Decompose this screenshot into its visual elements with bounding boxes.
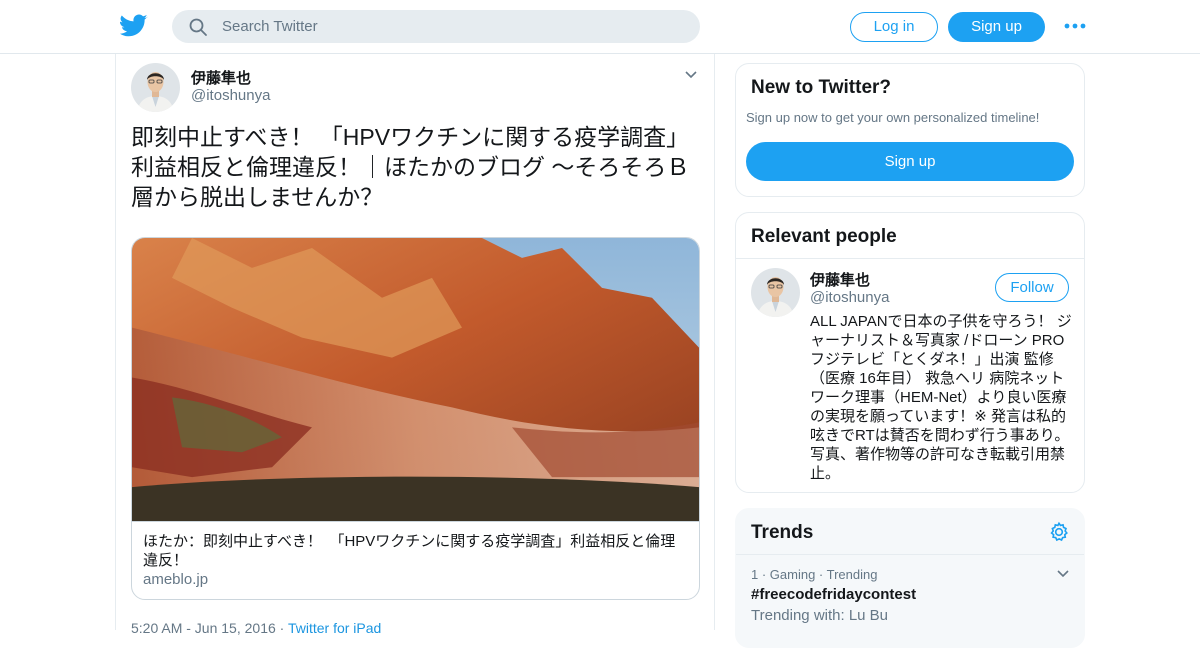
- trend-related: Trending with: Lu Bu: [751, 607, 889, 624]
- divider: [736, 258, 1084, 259]
- trends-panel: Trends 1 · Gaming · Trending #freecodefr…: [735, 508, 1085, 648]
- twitter-bird-icon[interactable]: [120, 14, 148, 38]
- chevron-down-icon[interactable]: [684, 70, 698, 80]
- tweet: 伊藤隼也 @itoshunya 即刻中止すべき！ 「HPVワクチンに関する疫学調…: [115, 54, 715, 636]
- search-input[interactable]: [222, 10, 682, 43]
- new-to-twitter-panel: New to Twitter? Sign up now to get your …: [735, 63, 1085, 197]
- avatar[interactable]: [751, 268, 800, 317]
- relevant-people-panel: Relevant people 伊藤隼也 @itoshunya Follow A…: [735, 212, 1085, 493]
- sidebar-signup-button[interactable]: Sign up: [746, 142, 1074, 181]
- search-icon: [189, 18, 207, 36]
- link-card[interactable]: ほたか：即刻中止すべき！ 「HPVワクチンに関する疫学調査」利益相反と倫理違反！…: [131, 237, 700, 600]
- tweet-source-link[interactable]: Twitter for iPad: [288, 620, 381, 636]
- author-name[interactable]: 伊藤隼也: [191, 67, 251, 88]
- gear-icon[interactable]: [1048, 521, 1070, 543]
- avatar-image: [131, 63, 180, 112]
- card-title: ほたか：即刻中止すべき！ 「HPVワクチンに関する疫学調査」利益相反と倫理違反！: [143, 533, 676, 569]
- relevant-person-name[interactable]: 伊藤隼也: [810, 269, 870, 290]
- chevron-down-icon[interactable]: [1056, 569, 1070, 579]
- follow-button[interactable]: Follow: [995, 273, 1069, 302]
- avatar[interactable]: [131, 63, 180, 112]
- new-to-twitter-title: New to Twitter?: [751, 77, 892, 98]
- trend-meta: 1 · Gaming · Trending: [751, 567, 878, 582]
- more-dots-icon[interactable]: [1064, 20, 1086, 32]
- relevant-people-title: Relevant people: [751, 226, 897, 247]
- tweet-text: 即刻中止すべき！ 「HPVワクチンに関する疫学調査」利益相反と倫理違反！｜ほたか…: [131, 124, 690, 210]
- relevant-person-bio: ALL JAPANで日本の子供を守ろう！ ジャーナリスト＆写真家 /ドローン P…: [810, 313, 1072, 482]
- card-domain: ameblo.jp: [143, 571, 209, 588]
- trends-title: Trends: [751, 522, 814, 543]
- trend-name[interactable]: #freecodefridaycontest: [751, 586, 916, 603]
- divider: [736, 554, 1084, 555]
- signup-button[interactable]: Sign up: [948, 12, 1045, 42]
- login-button[interactable]: Log in: [850, 12, 938, 42]
- card-image: [132, 238, 699, 522]
- avatar-image: [751, 268, 800, 317]
- author-handle[interactable]: @itoshunya: [191, 87, 270, 104]
- search-bar[interactable]: [172, 10, 700, 43]
- new-to-twitter-subtitle: Sign up now to get your own personalized…: [746, 110, 1040, 125]
- top-bar: Log in Sign up: [0, 0, 1200, 54]
- tweet-time[interactable]: 5:20 AM - Jun 15, 2016 ·: [131, 620, 288, 636]
- relevant-person-handle[interactable]: @itoshunya: [810, 289, 889, 306]
- tweet-meta: 5:20 AM - Jun 15, 2016 · Twitter for iPa…: [131, 620, 381, 636]
